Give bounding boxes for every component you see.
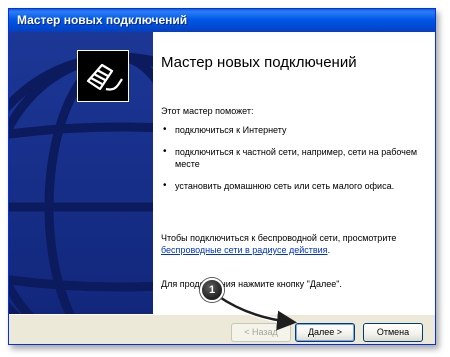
window-title: Мастер новых подключений	[17, 13, 188, 27]
list-item-text: установить домашнюю сеть или сеть малого…	[175, 181, 395, 191]
feature-list: • подключиться к Интернету • подключиться …	[161, 124, 423, 202]
wizard-content: Мастер новых подключений Этот мастер пом…	[153, 32, 435, 314]
list-item: • подключиться к Интернету	[161, 124, 423, 136]
wireless-networks-link[interactable]: беспроводные сети в радиусе действия	[161, 245, 328, 255]
list-item: • установить домашнюю сеть или сеть малог…	[161, 180, 423, 192]
bullet-icon: •	[163, 146, 167, 157]
continue-instruction: Для продолжения нажмите кнопку "Далее".	[161, 279, 342, 289]
list-item-text: подключиться к частной сети, например, с…	[175, 147, 418, 169]
wireless-suffix: .	[327, 245, 331, 255]
page-title: Мастер новых подключений	[161, 54, 357, 71]
bullet-icon: •	[163, 124, 167, 135]
cancel-button[interactable]: Отмена	[363, 323, 423, 342]
bullet-icon: •	[163, 180, 167, 191]
next-button[interactable]: Далее >	[295, 323, 355, 342]
wireless-text: Чтобы подключиться к беспроводной сети, …	[161, 233, 397, 243]
button-bar: < Назад Далее > Отмена	[9, 314, 435, 344]
back-button[interactable]: < Назад	[231, 323, 291, 342]
wireless-hint: Чтобы подключиться к беспроводной сети, …	[161, 232, 423, 256]
list-item: • подключиться к частной сети, например, …	[161, 146, 423, 170]
network-cable-icon	[77, 50, 129, 102]
intro-text: Этот мастер поможет:	[161, 106, 254, 116]
wizard-side-panel	[9, 32, 153, 314]
step-badge: 1	[200, 278, 224, 302]
title-bar[interactable]: Мастер новых подключений	[9, 9, 435, 32]
list-item-text: подключиться к Интернету	[175, 125, 287, 135]
